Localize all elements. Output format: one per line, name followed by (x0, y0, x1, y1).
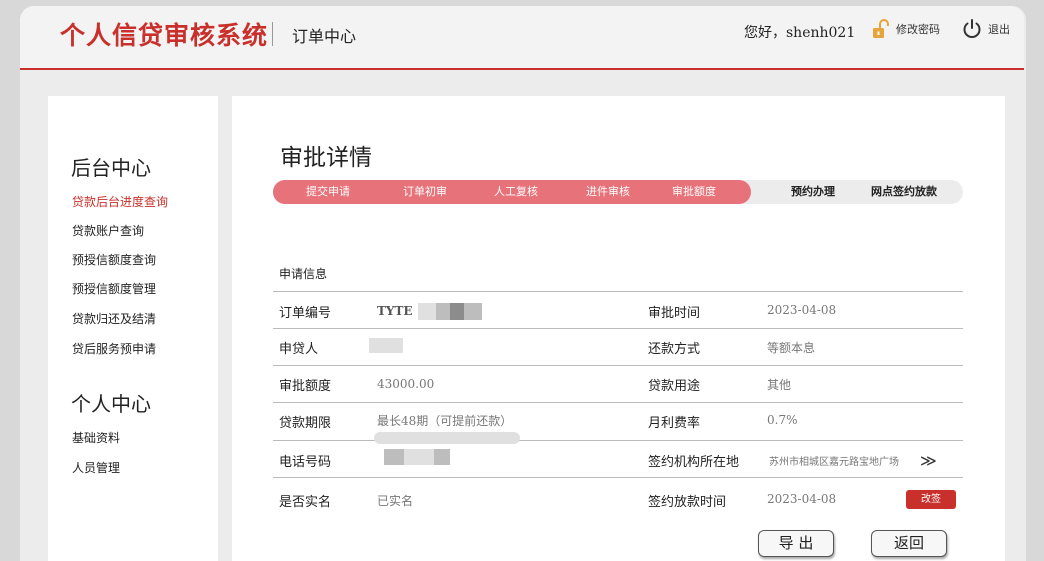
logout-label: 退出 (988, 23, 1010, 36)
step-intake-review[interactable]: 进件审核 (586, 180, 630, 204)
redacted-block (404, 449, 434, 465)
sidebar: 后台中心 贷款后台进度查询 贷款账户查询 预授信额度查询 预授信额度管理 贷款归… (48, 96, 218, 561)
repayment-method-value: 等额本息 (767, 341, 816, 355)
app-title: 个人信贷审核系统 (60, 21, 269, 50)
real-name-label: 是否实名 (279, 495, 332, 510)
section-name: 订单中心 (292, 27, 357, 46)
loan-purpose-label: 贷款用途 (648, 379, 701, 394)
monthly-rate-label: 月利费率 (648, 416, 701, 431)
sidebar-item-postloan-service[interactable]: 贷后服务预申请 (72, 340, 156, 357)
sidebar-item-staff-manage[interactable]: 人员管理 (72, 459, 120, 476)
real-name-value: 已实名 (377, 494, 414, 508)
power-icon (961, 18, 983, 40)
approval-time-value: 2023-04-08 (767, 303, 837, 317)
loan-term-label: 贷款期限 (279, 416, 332, 431)
loan-purpose-value: 其他 (767, 378, 792, 392)
row-divider (273, 328, 963, 329)
change-password-link[interactable]: 修改密码 (871, 18, 940, 40)
redacted-block (436, 303, 450, 320)
sidebar-item-repay-settle[interactable]: 贷款归还及结清 (72, 310, 156, 327)
sidebar-item-loan-account[interactable]: 贷款账户查询 (72, 222, 144, 239)
title-divider (272, 22, 273, 46)
page-title: 审批详情 (280, 145, 372, 171)
sidebar-item-loan-progress[interactable]: 贷款后台进度查询 (72, 193, 168, 210)
step-manual-recheck[interactable]: 人工复核 (494, 180, 538, 204)
step-branch-signing[interactable]: 网点签约放款 (871, 180, 937, 204)
row-divider (273, 291, 963, 292)
monthly-rate-value: 0.7% (767, 413, 798, 427)
step-appointment[interactable]: 预约办理 (791, 180, 835, 204)
user-greeting: 您好，shenh021 (744, 25, 856, 41)
redacted-block (434, 449, 450, 465)
order-number-value: TYTE (377, 304, 413, 318)
approved-amount-label: 审批额度 (279, 379, 332, 394)
redacted-block (418, 303, 438, 320)
sidebar-group-personal-title: 个人中心 (71, 392, 151, 416)
step-submit[interactable]: 提交申请 (306, 180, 350, 204)
export-button[interactable]: 导 出 (758, 530, 834, 557)
step-approve-amount[interactable]: 审批额度 (672, 180, 716, 204)
lock-icon (871, 18, 891, 40)
row-divider (273, 365, 963, 366)
redacted-block (369, 338, 403, 353)
main-panel: 审批详情 提交申请 订单初审 人工复核 进件审核 审批额度 预约办理 网点签约放… (232, 96, 1005, 561)
section-caption: 申请信息 (279, 267, 328, 281)
redacted-block (374, 432, 520, 444)
change-sign-button[interactable]: 改签 (906, 490, 956, 509)
order-number-label: 订单编号 (279, 306, 332, 321)
repayment-method-label: 还款方式 (648, 342, 701, 357)
redacted-block (464, 303, 482, 320)
double-chevron-right-icon[interactable]: ≫ (920, 451, 937, 470)
sidebar-item-basic-info[interactable]: 基础资料 (72, 429, 120, 446)
back-button[interactable]: 返回 (871, 530, 947, 557)
row-divider (273, 402, 963, 403)
sidebar-group-backend-title: 后台中心 (71, 156, 151, 180)
signing-location-label: 签约机构所在地 (648, 455, 740, 470)
row-divider (273, 477, 963, 478)
approval-time-label: 审批时间 (648, 306, 701, 321)
signing-loan-time-label: 签约放款时间 (648, 495, 727, 510)
sidebar-item-precredit-manage[interactable]: 预授信额度管理 (72, 280, 156, 297)
applicant-label: 申贷人 (279, 342, 319, 357)
loan-term-value: 最长48期（可提前还款） (377, 414, 513, 428)
approved-amount-value: 43000.00 (377, 377, 435, 391)
logout-link[interactable]: 退出 (961, 18, 1010, 40)
redacted-block (384, 449, 404, 465)
signing-location-value: 苏州市相城区嘉元路宝地广场 (769, 457, 899, 468)
signing-loan-time-value: 2023-04-08 (767, 492, 837, 506)
step-initial-review[interactable]: 订单初审 (403, 180, 447, 204)
phone-number-label: 电话号码 (279, 455, 332, 470)
top-header: 个人信贷审核系统 订单中心 您好，shenh021 修改密码 退出 (20, 6, 1024, 70)
change-password-label: 修改密码 (896, 23, 940, 36)
redacted-block (450, 303, 464, 320)
sidebar-item-precredit-query[interactable]: 预授信额度查询 (72, 251, 156, 268)
